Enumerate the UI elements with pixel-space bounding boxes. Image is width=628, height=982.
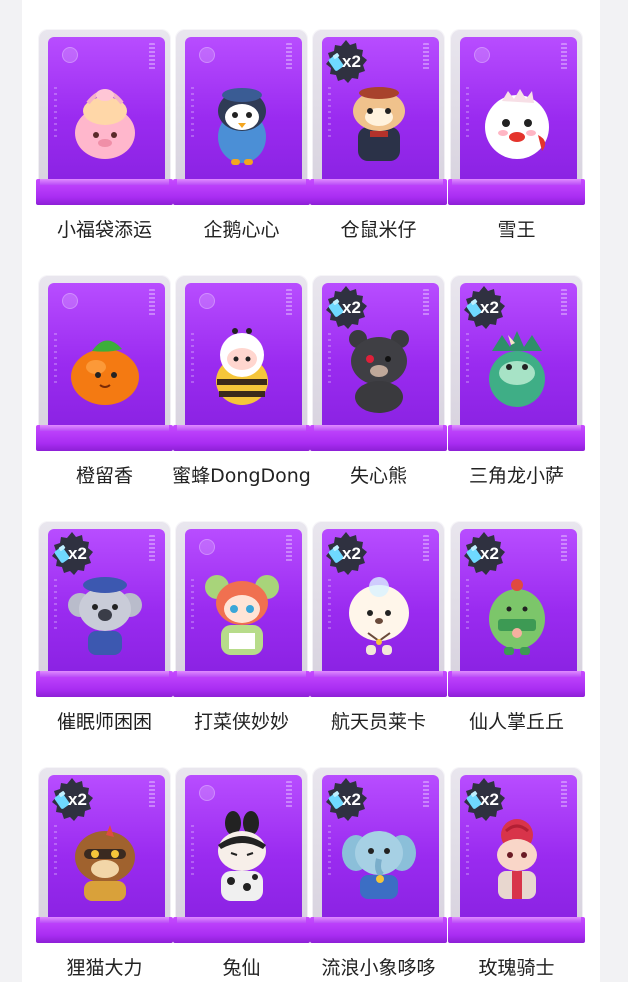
display-box	[173, 275, 310, 453]
figure-card[interactable]: x2 催眠师困困	[36, 521, 173, 741]
figure-card[interactable]: 企鹅心心	[173, 29, 310, 249]
duplicate-count-badge: x2	[460, 284, 508, 332]
box-base	[448, 425, 585, 451]
brand-logo-icon	[199, 539, 215, 555]
box-base	[310, 917, 447, 943]
figure-card[interactable]: x2 三角龙小萨	[448, 275, 585, 495]
duplicate-count-badge: x2	[322, 530, 370, 578]
duplicate-count-badge: x2	[48, 776, 96, 824]
duplicate-count-label: x2	[480, 790, 499, 809]
display-box: x2	[310, 275, 447, 453]
figure-card[interactable]: 兔仙	[173, 767, 310, 982]
display-box	[173, 29, 310, 207]
box-base	[448, 917, 585, 943]
brand-logo-icon	[474, 47, 490, 63]
duplicate-count-label: x2	[342, 298, 361, 317]
figure-name: 航天员莱卡	[330, 711, 426, 733]
brand-logo-icon	[199, 785, 215, 801]
display-box	[173, 767, 310, 945]
figure-card[interactable]: x2 仓鼠米仔	[310, 29, 447, 249]
display-box: x2	[36, 521, 173, 699]
figure-name: 流浪小象哆哆	[321, 957, 436, 979]
brand-logo-icon	[62, 47, 78, 63]
display-box: x2	[310, 521, 447, 699]
figure-name: 雪王	[497, 219, 536, 241]
box-base	[310, 179, 447, 205]
figure-name: 兔仙	[222, 957, 261, 979]
box-base	[36, 425, 173, 451]
box-base	[448, 671, 585, 697]
duplicate-count-label: x2	[68, 544, 87, 563]
display-box	[36, 275, 173, 453]
box-base	[310, 425, 447, 451]
figure-name: 玫瑰骑士	[478, 957, 555, 979]
duplicate-count-badge: x2	[322, 284, 370, 332]
display-box: x2	[36, 767, 173, 945]
figure-card[interactable]: 橙留香	[36, 275, 173, 495]
display-box	[173, 521, 310, 699]
figure-name: 催眠师困困	[56, 711, 152, 733]
penguin-figure	[203, 71, 281, 169]
box-base	[173, 671, 310, 697]
box-base	[36, 917, 173, 943]
display-box	[448, 29, 585, 207]
figure-card[interactable]: x2 玫瑰骑士	[448, 767, 585, 982]
duplicate-count-badge: x2	[460, 776, 508, 824]
bee-figure	[203, 317, 281, 415]
figure-name: 三角龙小萨	[468, 465, 564, 487]
duplicate-count-badge: x2	[460, 530, 508, 578]
figure-card[interactable]: x2 狸猫大力	[36, 767, 173, 982]
duplicate-count-label: x2	[68, 790, 87, 809]
figure-card[interactable]: x2 仙人掌丘丘	[448, 521, 585, 741]
figure-name: 失心熊	[349, 465, 407, 487]
duplicate-count-badge: x2	[322, 776, 370, 824]
brand-logo-icon	[199, 293, 215, 309]
figure-card[interactable]: 雪王	[448, 29, 585, 249]
figure-name: 小福袋添运	[56, 219, 152, 241]
box-base	[173, 425, 310, 451]
box-base	[173, 179, 310, 205]
display-box: x2	[448, 521, 585, 699]
duplicate-count-badge: x2	[48, 530, 96, 578]
brand-logo-icon	[199, 47, 215, 63]
page: 小福袋添运 企鹅心心 x2 仓鼠米仔 雪王橙留香 蜜蜂DongDong x2 失心熊 x2 三角龙…	[0, 0, 628, 982]
box-base	[36, 671, 173, 697]
figure-name: 打菜侠妙妙	[193, 711, 289, 733]
mouse-girl-figure	[203, 563, 281, 661]
figure-card[interactable]: 打菜侠妙妙	[173, 521, 310, 741]
figure-card[interactable]: x2 失心熊	[310, 275, 447, 495]
figure-name: 狸猫大力	[66, 957, 143, 979]
display-box: x2	[310, 767, 447, 945]
figure-card[interactable]: x2 流浪小象哆哆	[310, 767, 447, 982]
box-base	[36, 179, 173, 205]
duplicate-count-label: x2	[480, 544, 499, 563]
display-box: x2	[448, 767, 585, 945]
duplicate-count-label: x2	[342, 52, 361, 71]
figure-name: 橙留香	[75, 465, 133, 487]
figure-card[interactable]: x2 航天员莱卡	[310, 521, 447, 741]
display-box: x2	[310, 29, 447, 207]
figure-card[interactable]: 小福袋添运	[36, 29, 173, 249]
duplicate-count-label: x2	[480, 298, 499, 317]
duplicate-count-label: x2	[342, 544, 361, 563]
figure-name: 仙人掌丘丘	[468, 711, 564, 733]
brand-logo-icon	[62, 293, 78, 309]
display-box: x2	[448, 275, 585, 453]
duplicate-count-label: x2	[342, 790, 361, 809]
box-base	[310, 671, 447, 697]
box-base	[448, 179, 585, 205]
figure-card[interactable]: 蜜蜂DongDong	[172, 275, 311, 495]
orange-figure	[66, 317, 144, 415]
box-base	[173, 917, 310, 943]
rabbit-figure	[203, 809, 281, 907]
snow-king-figure	[478, 71, 556, 169]
figure-name: 企鹅心心	[203, 219, 280, 241]
figure-name: 仓鼠米仔	[340, 219, 417, 241]
display-box	[36, 29, 173, 207]
figure-name: 蜜蜂DongDong	[172, 465, 311, 487]
duplicate-count-badge: x2	[322, 38, 370, 86]
lucky-bag-pig-figure	[66, 71, 144, 169]
